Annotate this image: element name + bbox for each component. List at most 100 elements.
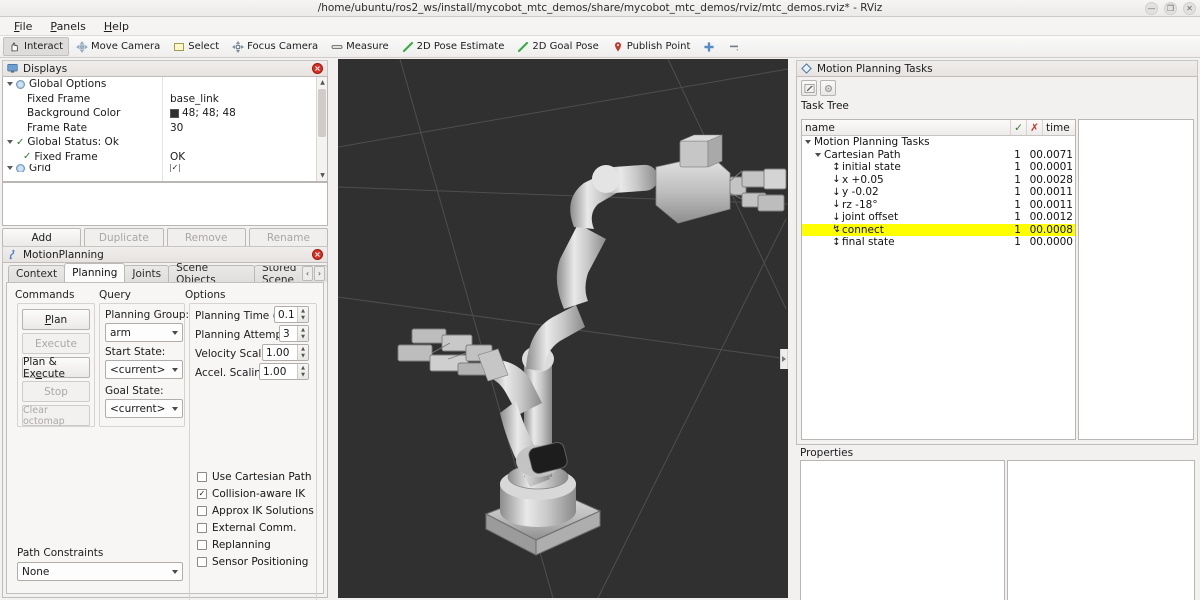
scrollbar-thumb[interactable]: [318, 89, 326, 137]
table-row[interactable]: ↓ rz -18° 1 0 0.0011: [802, 199, 1075, 212]
path-constraints-select[interactable]: None: [17, 562, 183, 581]
external-comm-checkbox[interactable]: [197, 523, 207, 533]
stepper-down-icon[interactable]: ▼: [298, 372, 308, 380]
use-cartesian-path-row[interactable]: Use Cartesian Path: [197, 471, 312, 483]
minimize-button[interactable]: —: [1145, 2, 1158, 15]
expander-icon[interactable]: [815, 152, 821, 157]
column-header-success[interactable]: ✓: [1011, 122, 1026, 134]
tool-more[interactable]: [722, 37, 746, 56]
display-row-status-fixed-frame[interactable]: ✓ Fixed Frame OK: [3, 150, 327, 165]
column-header-name[interactable]: name: [802, 122, 1010, 134]
exec-task-icon[interactable]: [801, 80, 817, 96]
tool-measure[interactable]: Measure: [325, 37, 395, 56]
table-row[interactable]: ↓ y -0.02 1 0 0.0011: [802, 186, 1075, 199]
3d-viewport[interactable]: [338, 59, 788, 598]
properties-list[interactable]: [800, 460, 1005, 600]
external-comm-row[interactable]: External Comm.: [197, 522, 296, 534]
scroll-down-icon[interactable]: ▼: [317, 170, 327, 181]
tab-joints[interactable]: Joints: [124, 265, 170, 282]
displays-tree[interactable]: Global Options Fixed Frame base_link Bac…: [2, 77, 328, 182]
grid-enabled-checkbox[interactable]: ✓: [170, 164, 180, 172]
displays-scrollbar[interactable]: ▲ ▼: [316, 77, 327, 181]
tab-scroll-left-icon[interactable]: ‹: [302, 266, 313, 281]
column-header-time[interactable]: time: [1043, 122, 1073, 134]
stepper-up-icon[interactable]: ▲: [298, 307, 308, 315]
stepper-down-icon[interactable]: ▼: [298, 353, 308, 361]
table-row[interactable]: ↕ final state 1 0 0.0000: [802, 236, 1075, 249]
task-tree[interactable]: name ✓ ✗ time Motion Planning Tasks Cart…: [801, 119, 1076, 440]
tool-2d-pose-estimate[interactable]: 2D Pose Estimate: [396, 37, 511, 56]
duplicate-display-button[interactable]: Duplicate: [84, 228, 164, 247]
table-row[interactable]: ↕ initial state 1 0 0.0001: [802, 161, 1075, 174]
display-row-global-options[interactable]: Global Options: [3, 77, 327, 92]
settings-gear-icon[interactable]: [820, 80, 836, 96]
tab-scene-objects[interactable]: Scene Objects: [168, 262, 255, 286]
add-display-button[interactable]: Add: [2, 228, 82, 247]
tab-scroll-right-icon[interactable]: ›: [314, 266, 325, 281]
sensor-positioning-checkbox[interactable]: [197, 557, 207, 567]
display-row-global-status[interactable]: ✓ Global Status: Ok: [3, 135, 327, 150]
menu-panels[interactable]: Panels: [42, 18, 93, 35]
velocity-scaling-stepper[interactable]: ▲ ▼: [297, 345, 308, 360]
stepper-down-icon[interactable]: ▼: [298, 315, 308, 323]
motion-planning-close-icon[interactable]: ×: [312, 249, 323, 260]
execute-button[interactable]: Execute: [22, 333, 90, 354]
menu-help[interactable]: Help: [96, 18, 137, 35]
plan-button[interactable]: Plan: [22, 309, 90, 330]
replanning-row[interactable]: Replanning: [197, 539, 271, 551]
velocity-scaling-input[interactable]: 1.00 ▲ ▼: [262, 344, 309, 361]
tool-interact[interactable]: Interact: [3, 37, 70, 56]
remove-display-button[interactable]: Remove: [166, 228, 246, 247]
displays-close-icon[interactable]: ×: [312, 63, 323, 74]
approx-ik-solutions-checkbox[interactable]: [197, 506, 207, 516]
collision-aware-ik-row[interactable]: ✓ Collision-aware IK: [197, 488, 305, 500]
stepper-up-icon[interactable]: ▲: [298, 345, 308, 353]
tool-publish-point[interactable]: Publish Point: [606, 37, 697, 56]
tab-planning[interactable]: Planning: [64, 263, 126, 282]
task-solutions-pane[interactable]: [1078, 119, 1194, 440]
scroll-up-icon[interactable]: ▲: [317, 77, 327, 88]
tool-move-plus[interactable]: [697, 37, 721, 56]
close-button[interactable]: ✕: [1183, 2, 1196, 15]
tool-select[interactable]: Select: [167, 37, 225, 56]
clear-octomap-button[interactable]: Clear octomap: [22, 405, 90, 427]
column-header-failed[interactable]: ✗: [1027, 122, 1042, 134]
tool-move-camera[interactable]: Move Camera: [70, 37, 166, 56]
maximize-button[interactable]: ❐: [1164, 2, 1177, 15]
display-row-grid[interactable]: Grid ✓: [3, 164, 327, 172]
planning-time-stepper[interactable]: ▲ ▼: [297, 307, 308, 322]
use-cartesian-path-checkbox[interactable]: [197, 472, 207, 482]
table-row[interactable]: Motion Planning Tasks: [802, 136, 1075, 149]
rename-display-button[interactable]: Rename: [248, 228, 328, 247]
plan-and-execute-button[interactable]: Plan & Execute: [22, 356, 90, 380]
expander-icon[interactable]: [7, 166, 13, 170]
planning-attempts-stepper[interactable]: ▲ ▼: [297, 326, 308, 341]
goal-state-select[interactable]: <current>: [105, 399, 183, 418]
stepper-up-icon[interactable]: ▲: [298, 326, 308, 334]
tab-context[interactable]: Context: [8, 265, 66, 282]
sensor-positioning-row[interactable]: Sensor Positioning: [197, 556, 308, 568]
collision-aware-ik-checkbox[interactable]: ✓: [197, 489, 207, 499]
expander-icon[interactable]: [805, 140, 811, 145]
planning-attempts-input[interactable]: 3 ▲ ▼: [279, 325, 309, 342]
properties-detail[interactable]: [1007, 460, 1195, 600]
viewport-right-handle[interactable]: [780, 349, 788, 369]
display-row-fixed-frame[interactable]: Fixed Frame base_link: [3, 92, 327, 107]
table-row[interactable]: ↓ x +0.05 1 0 0.0028: [802, 174, 1075, 187]
accel-scaling-input[interactable]: 1.00 ▲ ▼: [259, 363, 309, 380]
approx-ik-solutions-row[interactable]: Approx IK Solutions: [197, 505, 314, 517]
stepper-up-icon[interactable]: ▲: [298, 364, 308, 372]
table-row[interactable]: ↯ connect 1 0 0.0008: [802, 223, 1075, 236]
table-row[interactable]: ↓ joint offset 1 0 0.0012: [802, 211, 1075, 224]
tool-2d-goal-pose[interactable]: 2D Goal Pose: [511, 37, 604, 56]
menu-file[interactable]: File: [6, 18, 40, 35]
stop-button[interactable]: Stop: [22, 381, 90, 402]
planning-time-input[interactable]: 0.1 ▲ ▼: [274, 306, 309, 323]
expander-icon[interactable]: [7, 140, 13, 145]
table-row[interactable]: Cartesian Path 1 0 0.0071: [802, 149, 1075, 162]
expander-icon[interactable]: [7, 82, 13, 87]
stepper-down-icon[interactable]: ▼: [298, 334, 308, 342]
accel-scaling-stepper[interactable]: ▲ ▼: [297, 364, 308, 379]
tool-focus-camera[interactable]: Focus Camera: [226, 37, 324, 56]
display-row-background-color[interactable]: Background Color 48; 48; 48: [3, 106, 327, 121]
